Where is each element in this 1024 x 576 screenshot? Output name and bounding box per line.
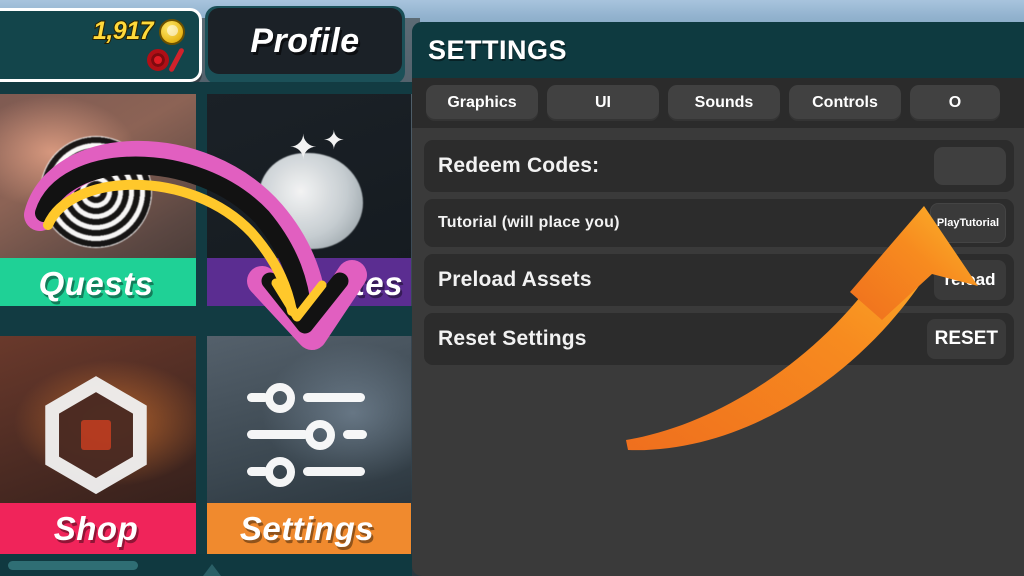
- robux-zero-icon: [147, 49, 169, 71]
- menu-tile-label: Settings: [203, 503, 411, 555]
- tab-sounds[interactable]: Sounds: [668, 85, 780, 121]
- tab-controls[interactable]: Controls: [789, 85, 901, 121]
- settings-rows: Redeem Codes: Tutorial (will place you) …: [412, 128, 1024, 365]
- play-tutorial-line-1: Play: [936, 216, 960, 229]
- menu-tile-quests[interactable]: Quests: [0, 92, 200, 310]
- tile-divider-top: [0, 82, 412, 94]
- sliders-icon: [247, 383, 367, 488]
- reset-button[interactable]: RESET: [926, 319, 1006, 359]
- gold-coin-icon: [159, 18, 185, 45]
- settings-row-redeem-codes: Redeem Codes:: [424, 140, 1014, 192]
- tab-ui[interactable]: UI: [547, 85, 659, 121]
- roblox-logo-icon: [37, 376, 155, 495]
- settings-row-reset: Reset Settings RESET: [424, 313, 1014, 365]
- settings-row-tutorial: Tutorial (will place you) Play Tutorial: [424, 199, 1014, 247]
- profile-button[interactable]: Profile: [208, 8, 402, 74]
- settings-panel: SETTINGS Graphics UI Sounds Controls O R…: [412, 22, 1024, 576]
- page-title: SETTINGS: [428, 34, 568, 65]
- play-tutorial-line-2: Tutorial: [959, 216, 999, 229]
- tile-divider-horizontal: [0, 306, 412, 336]
- menu-tile-shop[interactable]: Shop: [0, 333, 200, 555]
- settings-tab-bar: Graphics UI Sounds Controls O: [412, 78, 1024, 128]
- redeem-code-input[interactable]: [934, 147, 1006, 185]
- menu-tile-crates[interactable]: ✦ ✦ ates: [203, 92, 411, 310]
- menu-tile-label: Quests: [0, 258, 200, 310]
- reset-settings-label: Reset Settings: [438, 327, 587, 350]
- hud-notch-icon: [203, 564, 221, 576]
- coin-amount-label: 1,917: [92, 16, 155, 46]
- play-tutorial-button[interactable]: Play Tutorial: [929, 203, 1006, 243]
- menu-tile-settings[interactable]: Settings: [203, 333, 411, 555]
- hud-progress-fill: [8, 561, 138, 570]
- robux-slash-icon: [168, 47, 185, 73]
- profile-button-label: Profile: [250, 21, 360, 60]
- robux-counter: [147, 47, 185, 73]
- tab-other[interactable]: O: [910, 85, 1000, 121]
- preload-button[interactable]: reload: [934, 260, 1006, 300]
- currency-panel: 1,917: [0, 8, 202, 82]
- preload-assets-label: Preload Assets: [438, 268, 592, 291]
- crate-icon: ✦ ✦: [237, 127, 377, 257]
- bottom-hud-strip: [0, 554, 412, 576]
- settings-row-preload: Preload Assets reload: [424, 254, 1014, 306]
- menu-tile-label: Shop: [0, 503, 200, 555]
- spiral-icon: [40, 136, 152, 249]
- tab-graphics[interactable]: Graphics: [426, 85, 538, 121]
- coin-counter: 1,917: [92, 16, 185, 46]
- settings-panel-header: SETTINGS: [412, 22, 1024, 78]
- screenshot-root: 1,917 Profile Quests ✦ ✦ ates Shop Setti…: [0, 0, 1024, 576]
- menu-tile-label: ates: [203, 258, 411, 310]
- redeem-codes-label: Redeem Codes:: [438, 154, 600, 177]
- tutorial-label: Tutorial (will place you): [438, 214, 620, 231]
